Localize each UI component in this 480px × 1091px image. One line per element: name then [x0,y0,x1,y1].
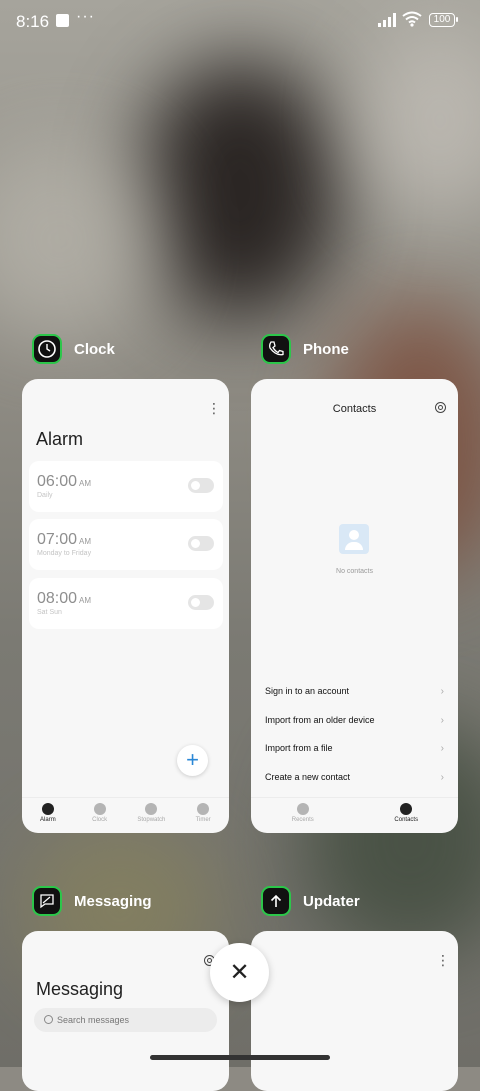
alarm-item[interactable]: 07:00 AM Monday to Friday [29,519,223,570]
empty-state-text: No contacts [336,568,373,575]
alarm-toggle[interactable] [188,595,214,610]
wifi-icon [402,11,422,27]
alarm-toggle[interactable] [188,536,214,551]
alarm-item[interactable]: 08:00 AM Sat Sun [29,578,223,629]
chevron-right-icon: › [440,743,444,754]
phone-app-icon [261,334,291,364]
more-options-icon[interactable]: ⋮ [207,401,221,415]
phone-app-card[interactable]: Contacts No contacts Sign in to an accou… [251,379,458,833]
search-input[interactable]: Search messages [34,1008,217,1032]
app-header-clock[interactable]: Clock [32,334,115,364]
recents-icon [296,803,309,815]
hourglass-icon [197,803,210,815]
alarm-repeat: Daily [37,492,53,499]
sign-in-account-item[interactable]: Sign in to an account › [265,686,444,704]
alarm-ampm: AM [79,596,92,605]
alarm-ampm: AM [79,479,92,488]
status-time: 8:16 [16,12,50,31]
import-file-item[interactable]: Import from a file › [265,743,444,761]
more-options-icon[interactable]: ⋮ [436,953,450,967]
app-name-clock: Clock [74,340,115,358]
alarm-item[interactable]: 06:00 AM Daily [29,461,223,512]
alarm-icon [41,803,54,815]
tab-recents[interactable]: Recents [251,798,355,833]
alarm-time: 08:00 [37,590,78,607]
alarm-repeat: Sat Sun [37,609,62,616]
settings-icon[interactable] [435,402,446,413]
search-placeholder: Search messages [57,1015,130,1025]
clock-tab-bar: Alarm Clock Stopwatch Timer [22,797,229,833]
create-contact-item[interactable]: Create a new contact › [265,772,444,790]
app-header-phone[interactable]: Phone [261,334,349,364]
clock-app-card[interactable]: ⋮ Alarm 06:00 AM Daily 07:00 AM Monday to … [22,379,229,833]
messaging-app-card[interactable]: Messaging Search messages [22,931,229,1091]
more-notifications-icon: ··· [76,8,95,25]
stopwatch-icon [145,803,158,815]
tab-contacts[interactable]: Contacts [355,798,459,833]
updater-app-icon [261,886,291,916]
page-title: Contacts [332,403,377,415]
status-bar: 8:16 ··· 100 [0,0,480,44]
alarm-ampm: AM [79,537,92,546]
battery-icon: 100 [429,13,458,27]
app-header-updater[interactable]: Updater [261,886,360,916]
chevron-right-icon: › [440,686,444,697]
messaging-app-icon [32,886,62,916]
contacts-icon [400,803,413,815]
app-header-messaging[interactable]: Messaging [32,886,152,916]
app-name-updater: Updater [303,892,360,910]
phone-tab-bar: Recents Contacts [251,797,458,833]
signal-icon [378,13,396,27]
add-alarm-button[interactable]: + [177,745,208,776]
updater-app-card[interactable]: ⋮ [251,931,458,1091]
app-name-phone: Phone [303,340,349,358]
alarm-time: 07:00 [37,531,78,548]
clock-icon [93,803,106,815]
notification-icon [56,14,69,27]
tab-clock[interactable]: Clock [74,798,126,833]
alarm-toggle[interactable] [188,478,214,493]
page-title: Alarm [36,429,84,449]
chevron-right-icon: › [440,772,444,783]
empty-contacts-icon [339,524,369,554]
chevron-right-icon: › [440,715,444,726]
close-all-button[interactable]: ✕ [210,943,269,1002]
alarm-repeat: Monday to Friday [37,550,92,557]
alarm-time: 06:00 [37,473,78,490]
tab-alarm[interactable]: Alarm [22,798,74,833]
app-name-messaging: Messaging [74,892,152,910]
home-indicator[interactable] [150,1055,330,1060]
search-icon [44,1015,53,1024]
page-title: Messaging [36,979,124,999]
tab-stopwatch[interactable]: Stopwatch [126,798,178,833]
import-older-device-item[interactable]: Import from an older device › [265,715,444,733]
clock-app-icon [32,334,62,364]
tab-timer[interactable]: Timer [177,798,229,833]
